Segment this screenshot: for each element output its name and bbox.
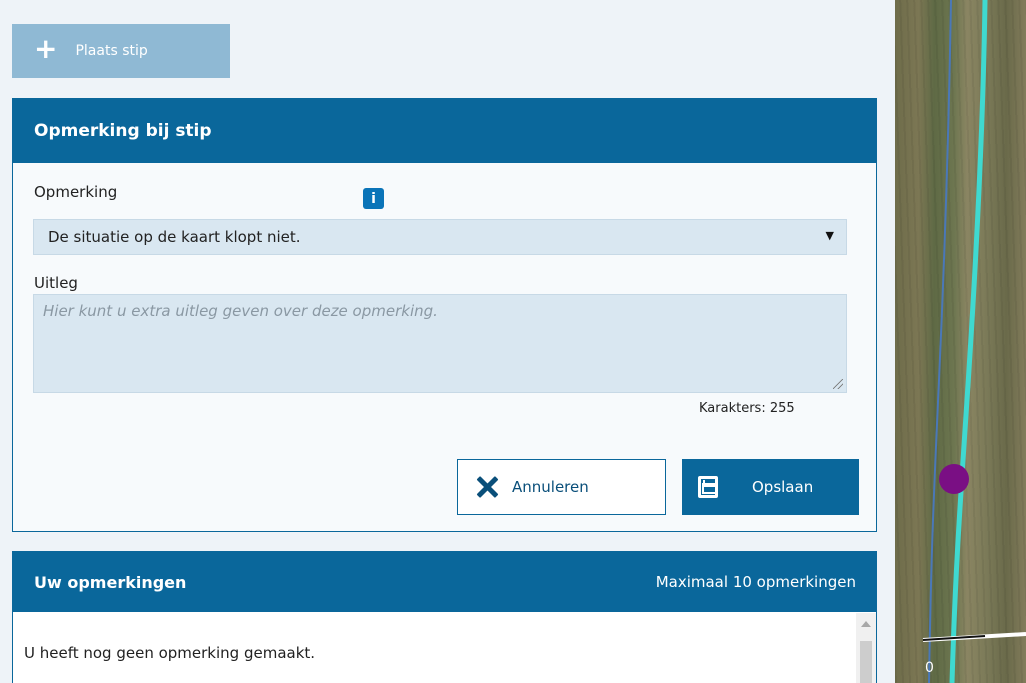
place-dot-button[interactable]: + Plaats stip xyxy=(12,24,230,78)
char-count-value: 255 xyxy=(769,401,795,416)
save-label: Opslaan xyxy=(752,478,814,496)
remarks-scrollbar[interactable] xyxy=(856,613,876,683)
cancel-button[interactable]: Annuleren xyxy=(457,459,666,515)
map-scale-label: 0 xyxy=(925,660,934,676)
plus-icon: + xyxy=(34,32,58,65)
map-dot-marker[interactable] xyxy=(939,464,969,494)
remark-label: Opmerking xyxy=(34,183,118,201)
explanation-placeholder: Hier kunt u extra uitleg geven over deze… xyxy=(43,302,438,320)
remarks-list-title: Uw opmerkingen xyxy=(34,572,187,592)
remarks-list-header: Uw opmerkingen Maximaal 10 opmerkingen xyxy=(13,552,876,612)
char-count-label: Karakters: xyxy=(699,401,766,416)
explanation-textarea[interactable]: Hier kunt u extra uitleg geven over deze… xyxy=(33,294,847,393)
remarks-list-panel: Uw opmerkingen Maximaal 10 opmerkingen U… xyxy=(12,551,877,683)
char-count: Karakters: 255 xyxy=(699,401,795,416)
remark-select-value: De situatie op de kaart klopt niet. xyxy=(48,228,301,246)
save-icon xyxy=(698,476,718,498)
resize-handle[interactable] xyxy=(833,379,843,389)
chevron-down-icon: ▼ xyxy=(825,229,834,242)
remark-form-header: Opmerking bij stip xyxy=(13,99,876,163)
sidebar-panel: + Plaats stip Opmerking bij stip Opmerki… xyxy=(0,0,895,683)
place-dot-label: Plaats stip xyxy=(75,43,148,59)
save-button[interactable]: Opslaan xyxy=(682,459,859,515)
map-view[interactable]: 0 xyxy=(895,0,1026,683)
remark-form-title: Opmerking bij stip xyxy=(34,121,212,141)
explanation-label: Uitleg xyxy=(34,274,78,292)
close-icon xyxy=(476,476,498,498)
info-icon[interactable]: i xyxy=(363,188,384,209)
remark-form-panel: Opmerking bij stip Opmerking i De situat… xyxy=(12,98,877,532)
remarks-empty-message: U heeft nog geen opmerking gemaakt. xyxy=(24,644,316,662)
cancel-label: Annuleren xyxy=(512,478,589,496)
map-selected-line xyxy=(949,0,988,683)
scroll-up-arrow-icon[interactable] xyxy=(861,621,871,627)
remarks-max-label: Maximaal 10 opmerkingen xyxy=(655,573,856,591)
map-overlay: 0 xyxy=(922,0,1026,683)
remark-select[interactable]: De situatie op de kaart klopt niet. ▼ xyxy=(33,219,847,255)
map-ditch-line xyxy=(928,0,952,683)
scrollbar-thumb[interactable] xyxy=(860,641,872,683)
